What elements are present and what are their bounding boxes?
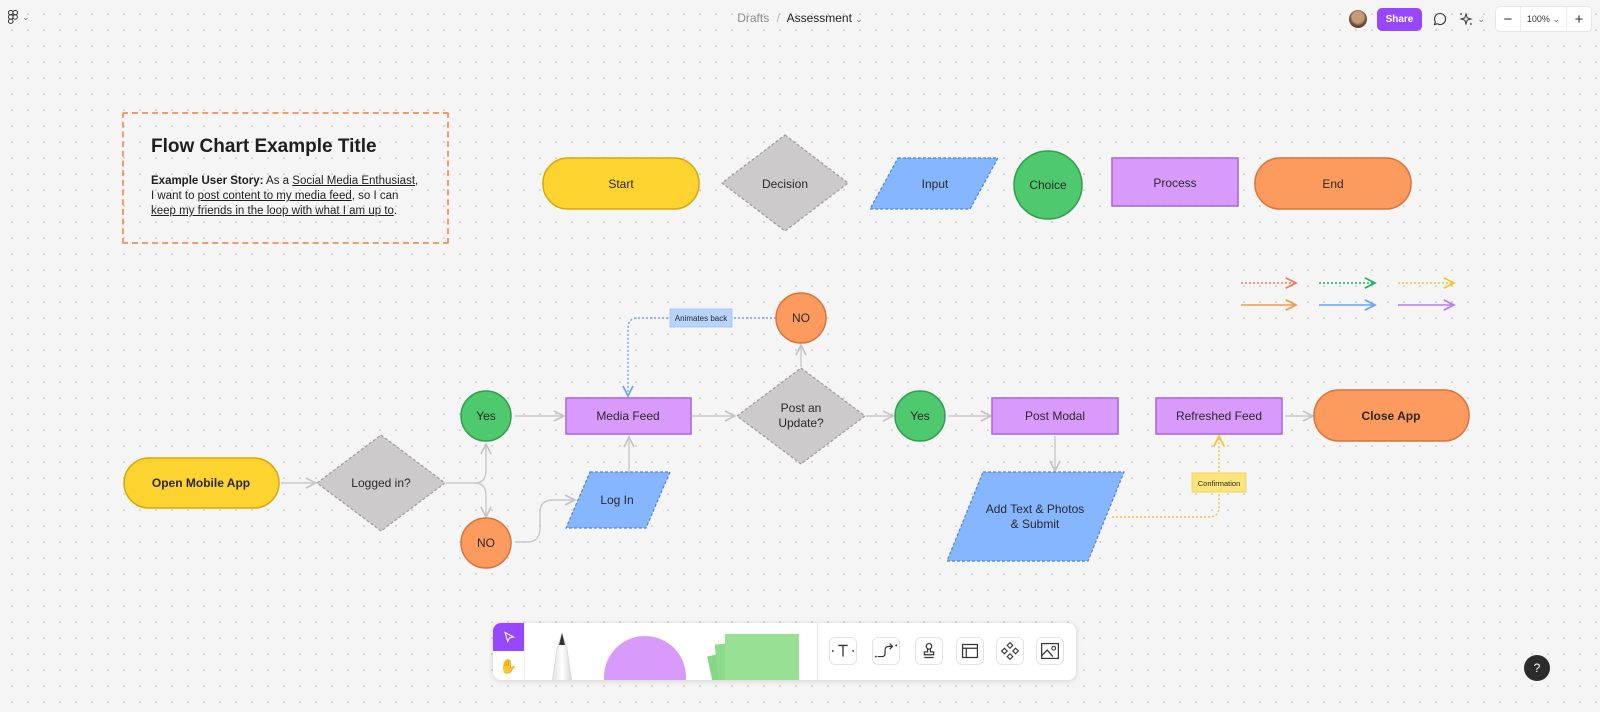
shape-start-label: Start — [608, 177, 634, 191]
node-add-text-photos[interactable]: Add Text & Photos & Submit — [946, 471, 1125, 562]
label-animates-back[interactable]: Animates back — [669, 308, 733, 328]
image-icon — [1041, 642, 1059, 660]
label-confirmation-text: Confirmation — [1198, 479, 1241, 488]
node-post-update-label-2: Update? — [778, 416, 824, 430]
node-no-2[interactable]: NO — [775, 292, 827, 344]
stamp-icon — [923, 642, 935, 659]
shape-tool[interactable] — [601, 631, 691, 680]
shape-decision-label: Decision — [762, 177, 808, 191]
node-post-modal-label: Post Modal — [1025, 409, 1085, 423]
node-yes-1[interactable]: Yes — [460, 390, 512, 442]
node-yes-2-label: Yes — [910, 409, 930, 423]
sticky-note-tool[interactable] — [705, 631, 805, 680]
shape-decision[interactable]: Decision — [721, 134, 849, 232]
node-yes-1-label: Yes — [476, 409, 496, 423]
text-tool-button[interactable] — [829, 637, 857, 665]
stamp-tool-button[interactable] — [915, 637, 943, 665]
node-post-update-decision[interactable]: Post an Update? — [736, 367, 866, 465]
connector-logged-to-no[interactable] — [474, 482, 486, 517]
shape-process-label: Process — [1153, 176, 1196, 190]
node-add-text-label-2: & Submit — [1011, 517, 1060, 531]
shape-choice-label: Choice — [1029, 178, 1067, 192]
node-refreshed-feed[interactable]: Refreshed Feed — [1155, 397, 1283, 435]
node-yes-2[interactable]: Yes — [894, 390, 946, 442]
hand-tool-button[interactable]: ✋ — [493, 652, 524, 680]
node-close-app[interactable]: Close App — [1313, 389, 1470, 442]
mode-switcher: ✋ — [493, 623, 525, 680]
section-tool-button[interactable] — [956, 637, 984, 665]
node-media-feed-label: Media Feed — [596, 409, 659, 423]
node-logged-in-decision[interactable]: Logged in? — [316, 434, 446, 532]
shape-input[interactable]: Input — [868, 157, 1000, 210]
node-log-in[interactable]: Log In — [565, 471, 671, 529]
node-post-update-label-1: Post an — [781, 401, 822, 415]
shape-choice[interactable]: Choice — [1013, 150, 1083, 220]
label-animates-back-text: Animates back — [675, 314, 728, 323]
bottom-toolbar: ✋ — [493, 623, 1076, 680]
connector-tool-button[interactable] — [872, 637, 900, 665]
components-tool-button[interactable] — [996, 637, 1024, 665]
image-tool-button[interactable] — [1036, 637, 1064, 665]
section-icon — [961, 643, 979, 659]
help-button[interactable]: ? — [1524, 655, 1550, 681]
shape-start[interactable]: Start — [542, 157, 700, 210]
node-log-in-label: Log In — [600, 493, 633, 507]
connector-no-to-login[interactable] — [515, 500, 575, 543]
label-confirmation[interactable]: Confirmation — [1191, 472, 1247, 493]
connector-logged-to-yes[interactable] — [446, 444, 486, 484]
pencil-tool[interactable] — [537, 631, 587, 680]
cursor-icon — [503, 631, 515, 643]
shape-end-label: End — [1322, 177, 1343, 191]
node-no-2-label: NO — [792, 311, 810, 325]
circle-shape-icon — [604, 636, 686, 680]
node-close-app-label: Close App — [1362, 409, 1421, 423]
connector-animates-back[interactable] — [628, 317, 776, 396]
node-post-modal[interactable]: Post Modal — [991, 397, 1119, 435]
shape-end[interactable]: End — [1254, 157, 1412, 210]
shape-input-label: Input — [922, 177, 949, 191]
hand-icon: ✋ — [499, 657, 518, 674]
node-logged-in-label: Logged in? — [351, 476, 411, 490]
node-add-text-label-1: Add Text & Photos — [986, 502, 1085, 516]
connector-icon — [874, 643, 898, 658]
toolbar-divider — [817, 623, 818, 680]
node-media-feed[interactable]: Media Feed — [565, 397, 692, 435]
node-no-1-label: NO — [477, 536, 495, 550]
node-no-1[interactable]: NO — [460, 517, 512, 569]
text-icon — [831, 644, 855, 657]
node-open-mobile-app-label: Open Mobile App — [152, 476, 250, 490]
node-refreshed-feed-label: Refreshed Feed — [1176, 409, 1262, 423]
sticky-note-icon — [707, 634, 799, 680]
move-tool-button[interactable] — [493, 623, 524, 651]
node-open-mobile-app[interactable]: Open Mobile App — [123, 457, 280, 509]
flowchart-canvas: Start Decision Input Choice Process End — [123, 134, 1470, 569]
components-icon — [1000, 641, 1020, 661]
shape-process[interactable]: Process — [1111, 157, 1239, 207]
